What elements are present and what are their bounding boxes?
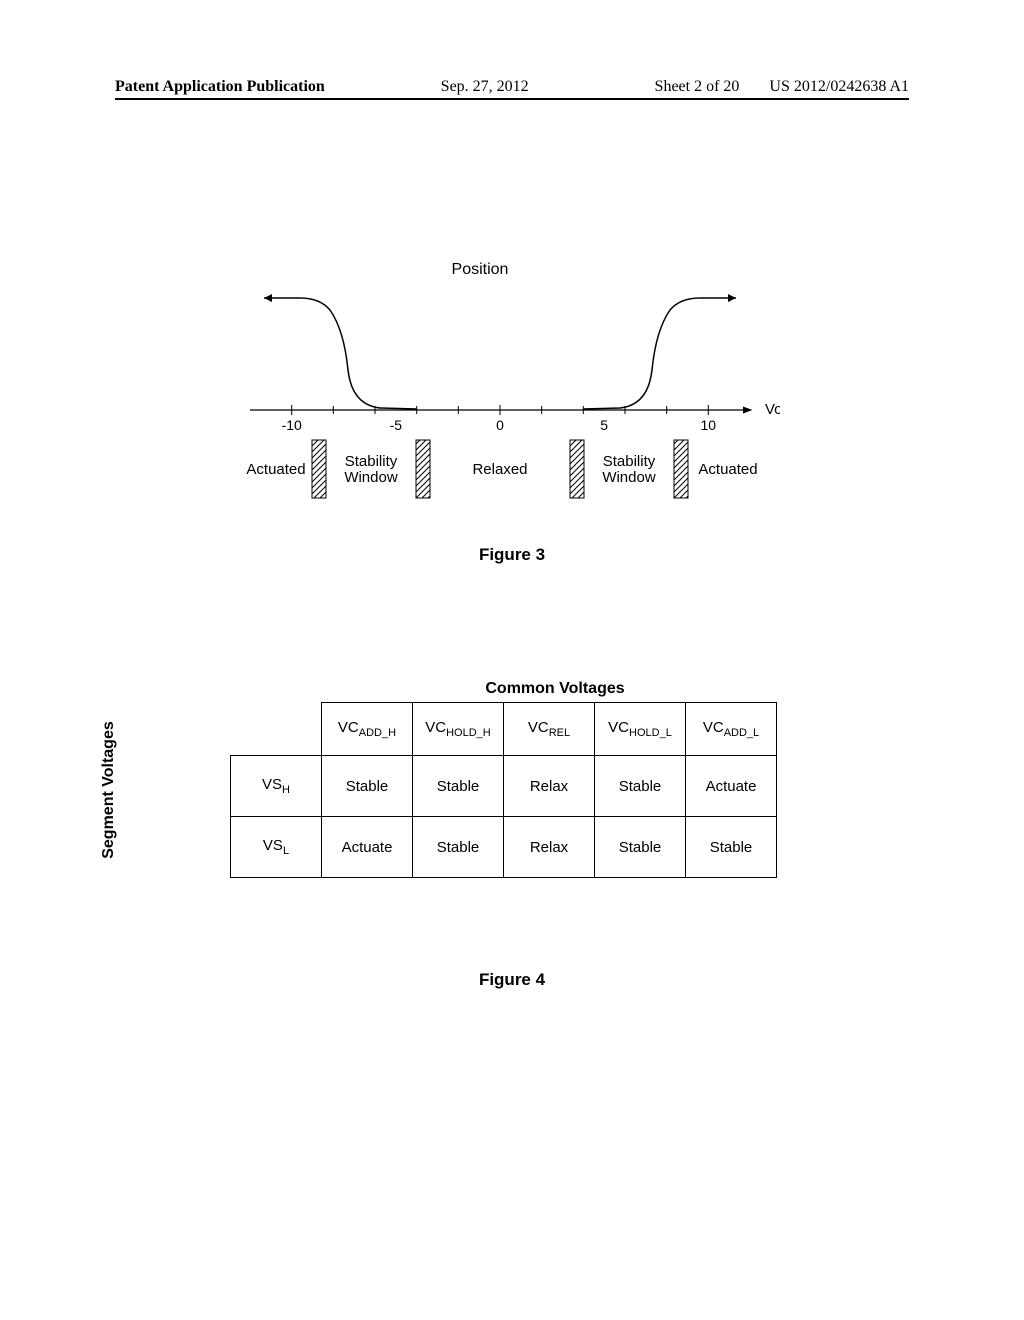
cell: Relax bbox=[504, 756, 595, 817]
cell: Relax bbox=[504, 817, 595, 878]
header-docnum: US 2012/0242638 A1 bbox=[769, 78, 909, 96]
figure-4-side-label: Segment Voltages bbox=[100, 690, 118, 890]
col-vc-hold-l: VCHOLD_L bbox=[595, 703, 686, 756]
region-stability-right-1: Stability bbox=[603, 453, 656, 470]
header-date: Sep. 27, 2012 bbox=[325, 78, 625, 96]
x-axis-label: Voltage bbox=[765, 401, 780, 418]
tick-10: 10 bbox=[701, 417, 717, 433]
page-header: Patent Application Publication Sep. 27, … bbox=[115, 78, 909, 100]
col-vc-hold-h: VCHOLD_H bbox=[413, 703, 504, 756]
tick-0: 0 bbox=[496, 417, 504, 433]
tick-n10: -10 bbox=[282, 417, 302, 433]
cell: Stable bbox=[595, 817, 686, 878]
row-vs-l: VSL bbox=[231, 817, 322, 878]
tick-5: 5 bbox=[600, 417, 608, 433]
table-row: VSL Actuate Stable Relax Stable Stable bbox=[231, 817, 777, 878]
figure-4-caption: Figure 4 bbox=[260, 970, 764, 990]
cell: Actuate bbox=[322, 817, 413, 878]
col-vc-rel: VCREL bbox=[504, 703, 595, 756]
region-stability-right-2: Window bbox=[602, 469, 656, 486]
cell: Stable bbox=[686, 817, 777, 878]
region-stability-left-2: Window bbox=[344, 469, 398, 486]
table-row: VSH Stable Stable Relax Stable Actuate bbox=[231, 756, 777, 817]
figure-4: Common Voltages Segment Voltages VCADD_H… bbox=[180, 680, 800, 878]
region-stability-left-1: Stability bbox=[345, 453, 398, 470]
tick-n5: -5 bbox=[390, 417, 403, 433]
col-vc-add-h: VCADD_H bbox=[322, 703, 413, 756]
row-vs-h: VSH bbox=[231, 756, 322, 817]
col-vc-add-l: VCADD_L bbox=[686, 703, 777, 756]
region-actuated-right: Actuated bbox=[698, 461, 757, 478]
header-sheet: Sheet 2 of 20 bbox=[625, 78, 770, 96]
cell: Stable bbox=[413, 817, 504, 878]
region-actuated-left: Actuated bbox=[246, 461, 305, 478]
cell: Stable bbox=[595, 756, 686, 817]
figure-4-title: Common Voltages bbox=[310, 680, 800, 698]
cell: Stable bbox=[322, 756, 413, 817]
voltage-table: VCADD_H VCHOLD_H VCREL VCHOLD_L VCADD_L … bbox=[230, 702, 777, 878]
figure-3-caption: Figure 3 bbox=[260, 545, 764, 565]
header-publication: Patent Application Publication bbox=[115, 78, 325, 96]
cell: Stable bbox=[413, 756, 504, 817]
cell: Actuate bbox=[686, 756, 777, 817]
region-relaxed: Relaxed bbox=[472, 461, 527, 478]
y-axis-label: Position bbox=[452, 261, 509, 278]
hysteresis-plot-icon: Position -10 -5 0 5 10 bbox=[240, 260, 780, 520]
figure-3: Position -10 -5 0 5 10 bbox=[240, 260, 760, 520]
